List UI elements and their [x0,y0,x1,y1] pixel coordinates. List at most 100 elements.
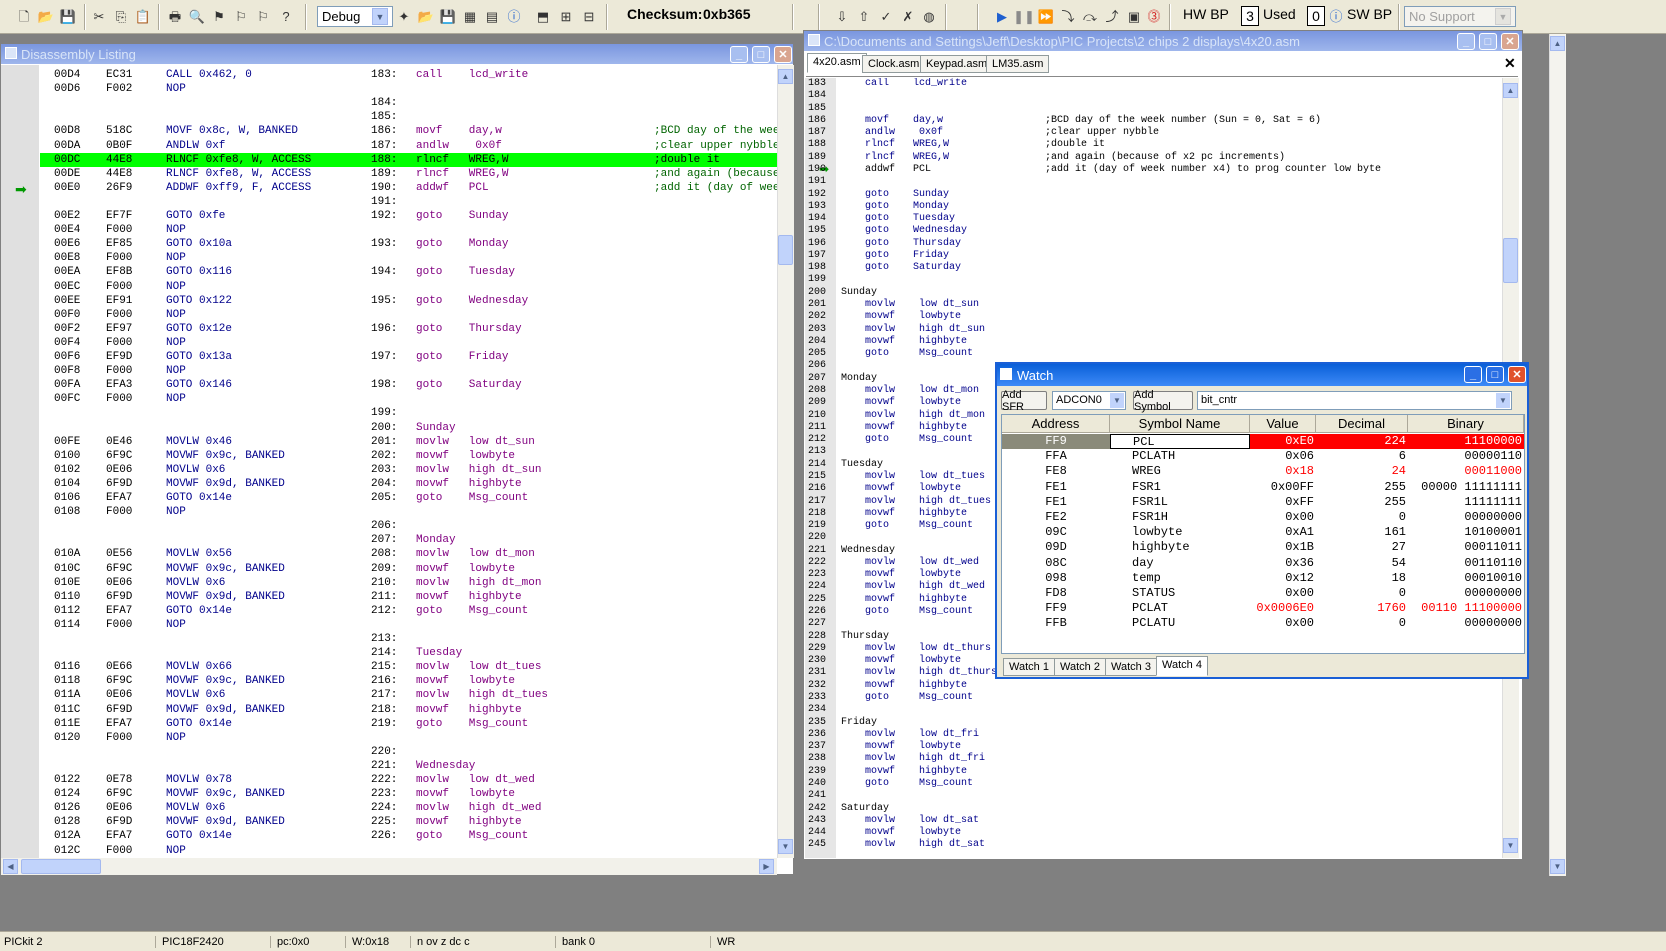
blank-check-icon[interactable]: ◍ [920,7,938,25]
disassembly-row[interactable]: 00F4 F000 NOP [1,336,777,350]
scroll-left-icon[interactable]: ◀ [3,859,18,874]
close-button[interactable]: ✕ [1508,366,1526,383]
new-file-icon[interactable]: 🗋 [15,7,33,25]
halt-icon[interactable]: ❚❚ [1013,7,1035,25]
disassembly-row[interactable]: 0108 F000 NOP [1,505,777,519]
tab-keypad-asm[interactable]: Keypad.asm [920,55,994,73]
disassembly-row[interactable]: 0124 6F9C MOVWF 0x9c, BANKED 223: movwf lowb… [1,787,777,801]
disassembly-hscroll[interactable]: ◀ ▶ [1,858,777,875]
column-header-address[interactable]: Address [1002,415,1110,433]
maximize-button[interactable]: □ [752,46,770,63]
disassembly-row[interactable]: 011E EFA7 GOTO 0x14e 219: goto Msg_count [1,717,777,731]
save-project-icon[interactable]: 💾 [439,7,457,25]
source-line[interactable]: 235 Friday [805,717,1502,729]
source-line[interactable]: 200 Sunday [805,287,1502,299]
help-icon[interactable]: ? [277,7,295,25]
source-line[interactable]: 245 movlw high dt_sat [805,839,1502,851]
run-icon[interactable]: ▶ [993,7,1011,25]
disassembly-row[interactable]: 0122 0E78 MOVLW 0x78 222: movlw low dt_wed [1,773,777,787]
scroll-down-icon[interactable]: ▼ [778,839,793,854]
disassembly-row[interactable]: 0126 0E06 MOVLW 0x6 224: movlw high dt_wed [1,801,777,815]
disassembly-row[interactable]: 012A EFA7 GOTO 0x14e 226: goto Msg_count [1,829,777,843]
disassembly-title-bar[interactable]: Disassembly Listing [1,44,793,64]
disassembly-row[interactable]: 0102 0E06 MOVLW 0x6 203: movlw high dt_sun [1,463,777,477]
disassembly-row[interactable]: 00F2 EF97 GOTO 0x12e 196: goto Thursday [1,322,777,336]
source-line[interactable]: 203 movlw high dt_sun [805,324,1502,336]
source-line[interactable]: 190 addwf PCL ;add it (day of week number… [805,163,1502,176]
disassembly-row[interactable]: 00EE EF91 GOTO 0x122 195: goto Wednesday [1,294,777,308]
source-line[interactable]: 236 movlw low dt_fri [805,729,1502,741]
disassembly-row[interactable]: 200: Sunday [1,421,777,435]
source-line[interactable]: 196 goto Thursday [805,238,1502,250]
disassembly-vscroll[interactable]: ▲ ▼ [777,65,794,858]
disassembly-row[interactable]: 0118 6F9C MOVWF 0x9c, BANKED 216: movwf lowb… [1,674,777,688]
disassembly-row[interactable]: 00FE 0E46 MOVLW 0x46 201: movlw low dt_sun [1,435,777,449]
disassembly-row[interactable]: 184: [1,96,777,110]
minimize-button[interactable]: _ [730,46,748,63]
tab-watch-4[interactable]: Watch 4 [1156,656,1208,676]
step-out-icon[interactable]: ⤴ [1103,7,1121,25]
watch-row[interactable]: FD8 STATUS 0x00 0 00000000 [1002,586,1524,601]
disassembly-listing[interactable]: 00D4 EC31 CALL 0x462, 0 183: call lcd_write 0… [1,65,777,858]
watch-row[interactable]: FE1 FSR1L 0xFF 255 11111111 [1002,495,1524,510]
source-line[interactable]: 187 andlw 0x0f ;clear upper nybble [805,127,1502,139]
add-sfr-button[interactable]: Add SFR [1001,389,1047,413]
disassembly-row[interactable]: 0114 F000 NOP [1,618,777,632]
maximize-button[interactable]: □ [1479,33,1497,50]
minimize-button[interactable]: _ [1464,366,1482,383]
disassembly-row[interactable]: 220: [1,745,777,759]
watch-rows[interactable]: FF9 PCL 0xE0 224 11100000 FFA PCLATH 0x06 6 00000… [1002,434,1524,649]
source-title-bar[interactable]: C:\Documents and Settings\Jeff\Desktop\P… [804,31,1522,51]
disassembly-row[interactable]: 00EC F000 NOP [1,280,777,294]
source-line[interactable]: 201 movlw low dt_sun [805,299,1502,311]
source-line[interactable]: 199 [805,274,1502,286]
watch-row[interactable]: 09D highbyte 0x1B 27 00011011 [1002,540,1524,555]
source-line[interactable]: 238 movlw high dt_fri [805,753,1502,765]
disassembly-row[interactable]: 00D8 518C MOVF 0x8c, W, BANKED 186: movf day… [1,124,777,138]
new-project-icon[interactable]: ✦ [395,7,413,25]
watch-row[interactable]: FE1 FSR1 0x00FF 255 00000 11111111 [1002,480,1524,495]
disassembly-row[interactable]: 0104 6F9D MOVWF 0x9d, BANKED 204: movwf high… [1,477,777,491]
watch-row[interactable]: FFA PCLATH 0x06 6 00000110 [1002,449,1524,464]
disassembly-row[interactable]: 213: [1,632,777,646]
disassembly-row[interactable]: 00E8 F000 NOP [1,251,777,265]
mdi-vscroll[interactable]: ▲ ▼ [1549,34,1566,876]
column-header-decimal[interactable]: Decimal [1316,415,1408,433]
watch-row[interactable]: FE8 WREG 0x18 24 00011000 [1002,464,1524,479]
source-line[interactable]: 243 movlw low dt_sat [805,815,1502,827]
source-line[interactable]: 189 rlncf WREG,W ;and again (because of x… [805,152,1502,164]
source-line[interactable]: 185 [805,103,1502,115]
source-line[interactable]: 193 goto Monday [805,201,1502,213]
disassembly-row[interactable]: 00E2 EF7F GOTO 0xfe 192: goto Sunday [1,209,777,223]
disassembly-row[interactable]: 00F8 F000 NOP [1,364,777,378]
watch-row[interactable]: FFB PCLATU 0x00 0 00000000 [1002,616,1524,631]
disassembly-row[interactable]: 00E0 26F9 ADDWF 0xff9, F, ACCESS 190: addwf … [1,181,777,195]
source-line[interactable]: 192 goto Sunday [805,189,1502,201]
source-line[interactable]: 232 movwf highbyte [805,680,1502,692]
source-line[interactable]: 242 Saturday [805,803,1502,815]
watch-row[interactable]: FF9 PCL 0xE0 224 11100000 [1002,434,1524,449]
scroll-thumb[interactable] [1503,238,1518,283]
prev-bookmark-icon[interactable]: ⚐ [254,7,272,25]
source-line[interactable]: 241 [805,790,1502,802]
minimize-button[interactable]: _ [1457,33,1475,50]
disassembly-row[interactable]: 0120 F000 NOP [1,731,777,745]
disassembly-row[interactable]: 199: [1,406,777,420]
disassembly-row[interactable]: 0106 EFA7 GOTO 0x14e 205: goto Msg_count [1,491,777,505]
column-header-binary[interactable]: Binary [1408,415,1524,433]
sfr-select[interactable]: ADCON0 ▼ [1052,391,1126,410]
source-line[interactable]: 197 goto Friday [805,250,1502,262]
disassembly-row[interactable]: 00FA EFA3 GOTO 0x146 198: goto Saturday [1,378,777,392]
disassembly-row[interactable]: 011C 6F9D MOVWF 0x9d, BANKED 218: movwf high… [1,703,777,717]
info-icon[interactable]: ⓘ [505,7,523,25]
disassembly-row[interactable]: 221: Wednesday [1,759,777,773]
reset-icon[interactable]: ▣ [1125,7,1143,25]
source-line[interactable]: 188 rlncf WREG,W ;double it [805,139,1502,151]
cut-icon[interactable]: ✂ [90,7,108,25]
tab-watch-3[interactable]: Watch 3 [1105,658,1157,676]
hscroll-thumb[interactable] [21,859,101,874]
disassembly-row[interactable]: 00E6 EF85 GOTO 0x10a 193: goto Monday [1,237,777,251]
disassembly-row[interactable]: 00DA 0B0F ANDLW 0xf 187: andlw 0x0f ;clear up… [1,139,777,153]
source-line[interactable]: 240 goto Msg_count [805,778,1502,790]
disassembly-row[interactable]: 0110 6F9D MOVWF 0x9d, BANKED 211: movwf high… [1,590,777,604]
